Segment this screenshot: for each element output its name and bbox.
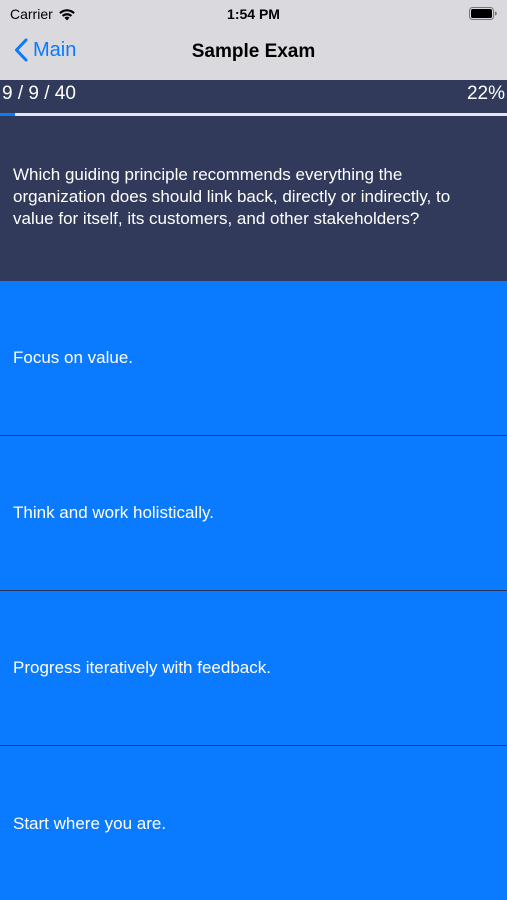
top-chrome: Carrier 1:54 PM Main Sample Exam (0, 0, 507, 80)
answer-label: Progress iteratively with feedback. (13, 658, 271, 677)
answer-option[interactable]: Think and work holistically. (0, 436, 507, 591)
answer-label: Start where you are. (13, 813, 167, 833)
answer-label: Think and work holistically. (13, 503, 214, 522)
status-bar: Carrier 1:54 PM (0, 0, 507, 28)
page-title: Sample Exam (191, 41, 316, 62)
question-counter: 9 / 9 / 40 (2, 83, 76, 104)
answer-option[interactable]: Progress iteratively with feedback. (0, 591, 507, 746)
answer-option[interactable]: Focus on value. (0, 281, 507, 436)
status-time: 1:54 PM (227, 6, 280, 22)
answer-option[interactable]: Start where you are. (0, 746, 507, 900)
answer-list: Focus on value. Think and work holistica… (0, 281, 507, 900)
progress-percent: 22% (466, 83, 505, 104)
question-text: Which guiding principle recommends every… (13, 165, 451, 228)
battery-icon (469, 7, 497, 20)
answer-label: Focus on value. (13, 348, 134, 367)
progress-header: 9 / 9 / 40 22% (0, 80, 507, 116)
question-panel: Which guiding principle recommends every… (0, 116, 507, 281)
navigation-bar: Main Sample Exam (0, 28, 507, 80)
